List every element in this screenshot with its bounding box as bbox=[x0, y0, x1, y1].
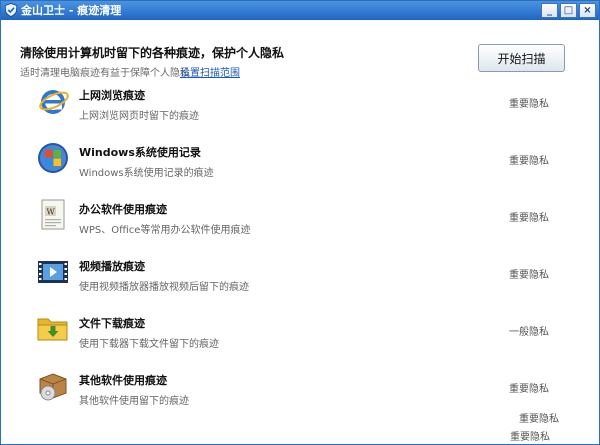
list-item[interactable]: 其他软件使用痕迹 其他软件使用留下的痕迹 重要隐私 bbox=[1, 364, 599, 420]
item-desc: 使用视频播放器播放视频后留下的痕迹 bbox=[79, 282, 249, 293]
ie-browser-icon bbox=[39, 90, 69, 114]
item-name: 上网浏览痕迹 bbox=[79, 89, 145, 102]
app-window: 金山卫士 - 痕迹清理 _ □ × 清除使用计算机时留下的各种痕迹，保护个人隐私… bbox=[0, 0, 600, 445]
privacy-level: 重要隐私 bbox=[509, 156, 549, 167]
privacy-level: 重要隐私 bbox=[509, 213, 549, 224]
privacy-level: 重要隐私 bbox=[509, 384, 549, 395]
download-folder-icon bbox=[37, 318, 68, 341]
video-film-icon bbox=[38, 261, 68, 283]
settings-scan-range-link[interactable]: 设置扫描范围 bbox=[180, 64, 240, 79]
privacy-level: 一般隐私 bbox=[509, 327, 549, 338]
item-desc: Windows系统使用记录的痕迹 bbox=[79, 168, 214, 179]
list-item[interactable]: Windows系统使用记录 Windows系统使用记录的痕迹 重要隐私 bbox=[1, 136, 599, 192]
close-button[interactable]: × bbox=[579, 3, 596, 18]
title-bar[interactable]: 金山卫士 - 痕迹清理 _ □ × bbox=[1, 1, 599, 20]
header-subtitle: 适时清理电脑痕迹有益于保障个人隐私 bbox=[20, 68, 190, 79]
item-desc: WPS、Office等常用办公软件使用痕迹 bbox=[79, 225, 251, 236]
minimize-button[interactable]: _ bbox=[541, 3, 558, 18]
item-name: 其他软件使用痕迹 bbox=[79, 374, 167, 387]
privacy-level: 重要隐私 bbox=[510, 432, 550, 443]
software-box-icon bbox=[39, 373, 67, 401]
header-title: 清除使用计算机时留下的各种痕迹，保护个人隐私 bbox=[20, 46, 285, 60]
shield-logo-icon bbox=[4, 3, 18, 17]
list-item[interactable]: 文件下载痕迹 使用下载器下载文件留下的痕迹 一般隐私 bbox=[1, 307, 599, 363]
list-item[interactable]: W 办公软件使用痕迹 WPS、Office等常用办公软件使用痕迹 重要隐私 bbox=[1, 193, 599, 249]
item-desc: 使用下载器下载文件留下的痕迹 bbox=[79, 339, 219, 350]
windows-logo-icon bbox=[38, 143, 68, 173]
start-scan-button[interactable]: 开始扫描 bbox=[478, 44, 565, 72]
item-desc: 其他软件使用留下的痕迹 bbox=[79, 396, 189, 407]
list-item[interactable]: 视频播放痕迹 使用视频播放器播放视频后留下的痕迹 重要隐私 bbox=[1, 250, 599, 306]
privacy-level: 重要隐私 bbox=[509, 270, 549, 281]
item-name: Windows系统使用记录 bbox=[79, 146, 201, 159]
svg-text:W: W bbox=[47, 208, 56, 217]
item-name: 视频播放痕迹 bbox=[79, 260, 145, 273]
document-icon: W bbox=[41, 199, 65, 230]
privacy-level: 重要隐私 bbox=[509, 99, 549, 110]
item-desc: 上网浏览网页时留下的痕迹 bbox=[79, 111, 199, 122]
privacy-level: 重要隐私 bbox=[519, 414, 559, 425]
item-name: 文件下载痕迹 bbox=[79, 317, 145, 330]
item-name: 办公软件使用痕迹 bbox=[79, 203, 167, 216]
list-item[interactable]: 上网浏览痕迹 上网浏览网页时留下的痕迹 重要隐私 bbox=[1, 79, 599, 135]
trace-list: 上网浏览痕迹 上网浏览网页时留下的痕迹 重要隐私 Windows系统使用记录 W… bbox=[1, 79, 599, 444]
window-title: 金山卫士 - 痕迹清理 bbox=[21, 4, 122, 17]
maximize-button[interactable]: □ bbox=[560, 3, 577, 18]
